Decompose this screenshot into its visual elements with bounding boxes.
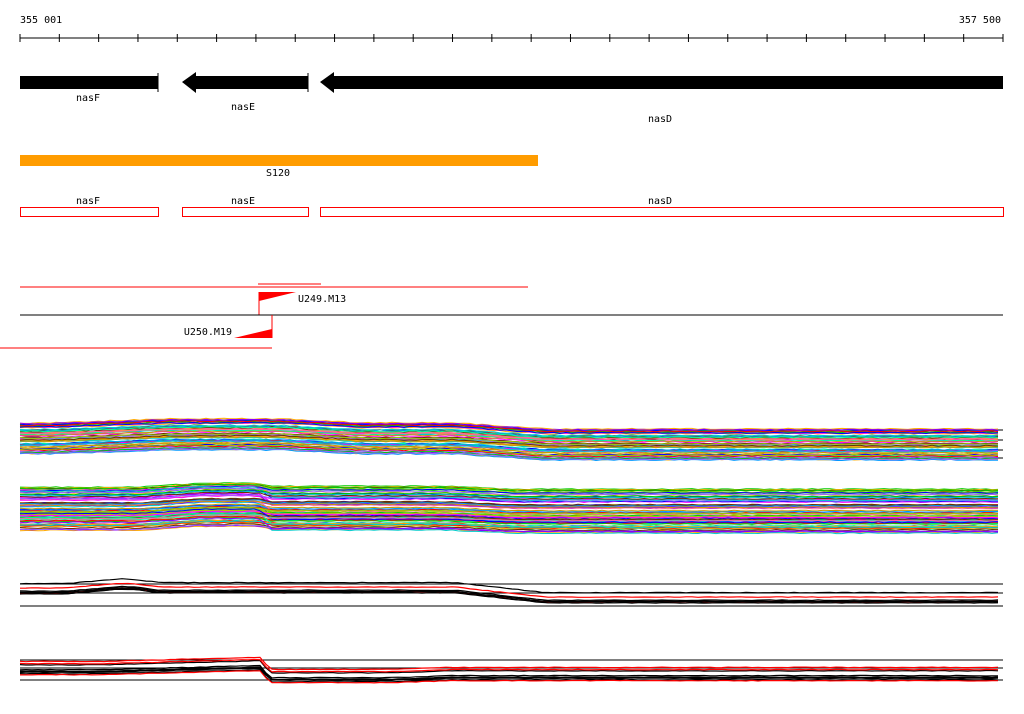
- gene-box-label-nasE: nasE: [231, 196, 255, 207]
- gene-box-label-nasF: nasF: [76, 196, 100, 207]
- gene-box-track: nasF nasE nasD: [20, 196, 1004, 217]
- ruler-end-label: 357 500: [959, 15, 1001, 26]
- probe-marker-U249[interactable]: [258, 292, 296, 315]
- segment-label-S120: S120: [266, 168, 290, 179]
- probe-track: U249.M13 U250.M19: [0, 283, 1003, 349]
- gene-label-nasE: nasE: [231, 102, 255, 113]
- gene-arrow-nasF[interactable]: [20, 73, 159, 92]
- probe-label-U250: U250.M19: [184, 327, 232, 338]
- gene-arrow-nasD[interactable]: [320, 72, 1003, 93]
- trace-panel-4: [19, 656, 1003, 684]
- gene-label-nasD: nasD: [648, 114, 672, 125]
- gene-arrow-nasE[interactable]: [182, 72, 309, 93]
- gene-label-nasF: nasF: [76, 93, 100, 104]
- probe-marker-U250[interactable]: [234, 315, 273, 338]
- gene-box-label-nasD: nasD: [648, 196, 672, 207]
- gene-arrow-track: nasF nasE nasD: [20, 72, 1003, 125]
- ruler-start-label: 355 001: [20, 15, 62, 26]
- trace-panel-1: [19, 417, 1003, 462]
- probe-label-U249: U249.M13: [298, 294, 346, 305]
- genome-track-viewer: 355 001 357 500 nasF nasE nasD S120 nasF…: [0, 15, 1004, 684]
- gene-box-nasE[interactable]: [182, 207, 309, 217]
- trace-panel-3: [19, 578, 1003, 607]
- segment-track: S120: [20, 155, 538, 179]
- gene-box-nasD[interactable]: [320, 207, 1004, 217]
- trace-panel-2: [19, 482, 999, 535]
- segment-bar-S120[interactable]: [20, 155, 538, 166]
- gene-box-nasF[interactable]: [20, 207, 159, 217]
- coordinate-ruler: 355 001 357 500: [19, 15, 1004, 42]
